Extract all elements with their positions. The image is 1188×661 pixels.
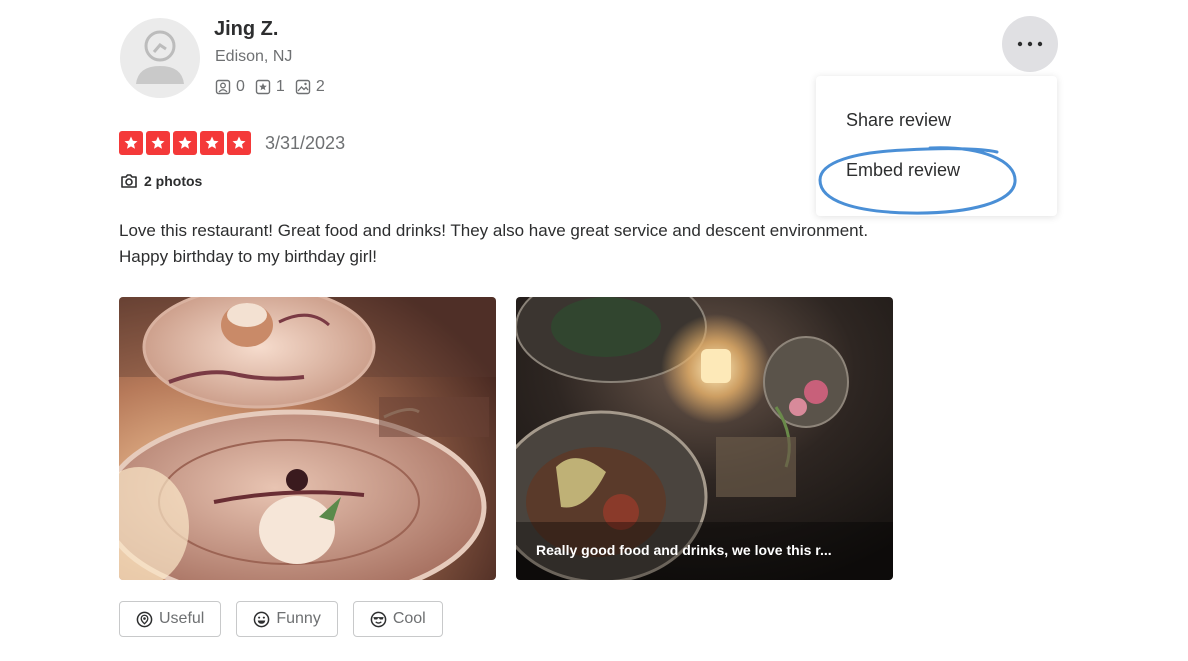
user-name[interactable]: Jing Z.	[214, 18, 278, 41]
review-date: 3/31/2023	[265, 133, 346, 153]
reviews-stat: 1	[255, 78, 285, 96]
dinner-photo	[516, 297, 893, 580]
dessert-photo	[119, 297, 496, 580]
photos-stat: 2	[295, 78, 325, 96]
cool-button[interactable]: Cool	[352, 601, 443, 637]
default-user-avatar-icon	[136, 30, 184, 84]
star-icon	[146, 131, 170, 155]
photo-count-link[interactable]: 2 photos	[120, 172, 202, 190]
useful-icon	[136, 611, 153, 627]
more-options-button[interactable]	[1002, 16, 1058, 72]
friends-icon	[215, 79, 231, 95]
star-icon	[200, 131, 224, 155]
avatar[interactable]	[120, 18, 200, 98]
reaction-buttons: Useful Funny Cool	[119, 601, 443, 637]
star-icon	[227, 131, 251, 155]
review-text: Love this restaurant! Great food and dri…	[119, 218, 979, 270]
cool-icon	[370, 611, 387, 627]
share-review-menu-item[interactable]: Share review	[846, 110, 951, 131]
funny-button[interactable]: Funny	[236, 601, 338, 637]
photo-icon	[295, 79, 311, 95]
photo-count-label: 2 photos	[144, 173, 203, 189]
annotation-circle	[818, 146, 1017, 215]
star-icon	[173, 131, 197, 155]
funny-icon	[254, 611, 270, 627]
review-text-line: Happy birthday to my birthday girl!	[119, 247, 377, 266]
reviews-count: 1	[275, 78, 285, 95]
user-location: Edison, NJ	[215, 48, 293, 65]
funny-label: Funny	[276, 610, 321, 627]
review-text-line: Love this restaurant! Great food and dri…	[119, 221, 869, 240]
review-photo-2[interactable]: Really good food and drinks, we love thi…	[516, 297, 893, 580]
cool-label: Cool	[392, 610, 426, 627]
review-star-icon	[255, 79, 271, 95]
photos-count: 2	[315, 78, 325, 95]
user-stats: 0 1 2	[215, 78, 329, 96]
star-rating	[119, 131, 251, 155]
useful-label: Useful	[159, 610, 205, 627]
photo-caption: Really good food and drinks, we love thi…	[536, 542, 832, 558]
friends-stat: 0	[215, 78, 245, 96]
more-horizontal-icon	[1017, 41, 1043, 47]
friends-count: 0	[236, 78, 245, 95]
camera-icon	[121, 174, 137, 188]
useful-button[interactable]: Useful	[119, 601, 222, 637]
review-photo-1[interactable]	[119, 297, 496, 580]
star-icon	[119, 131, 143, 155]
